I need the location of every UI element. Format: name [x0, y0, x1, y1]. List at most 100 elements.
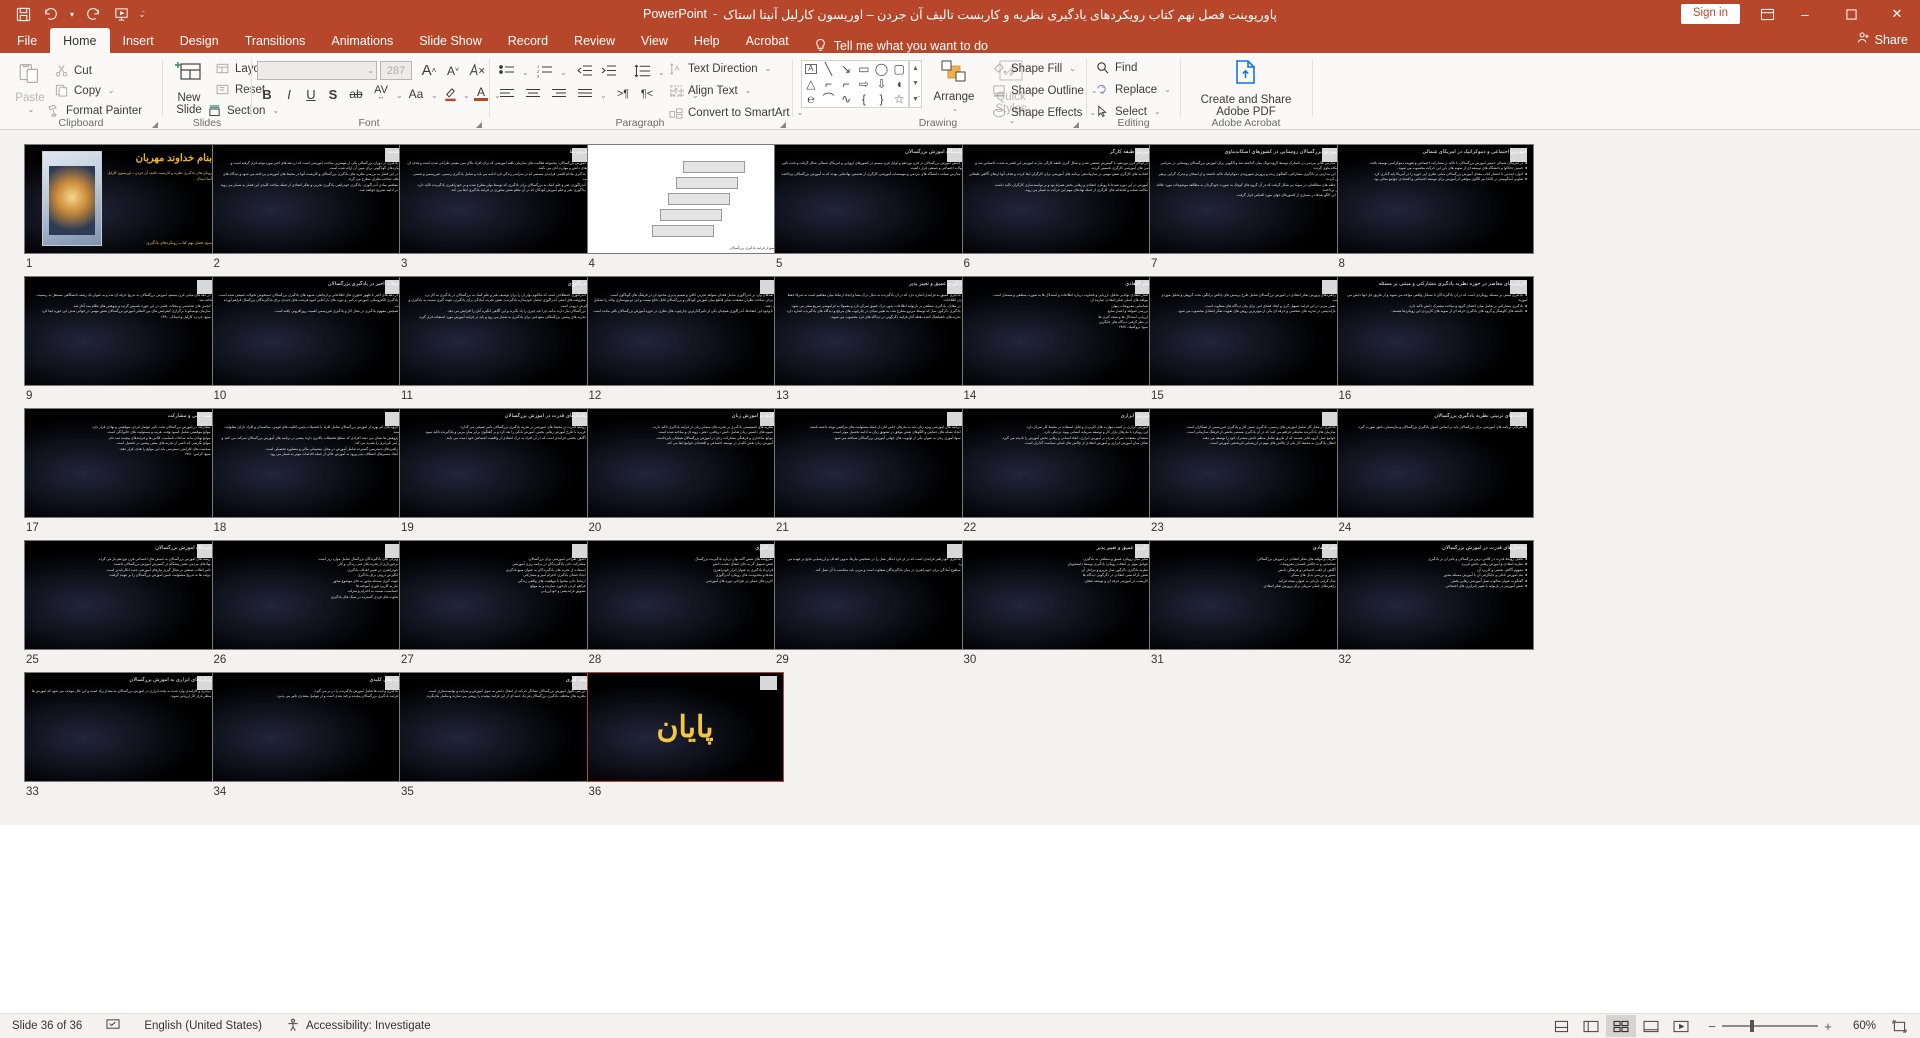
slide-thumbnail-24[interactable]: دلالت های تربیتی نظریه یادگیری بزرگسالان…	[1336, 408, 1534, 534]
slide-canvas[interactable]: جامعه و آموزش زنان ◄ نظریه های فمینیستی ی…	[586, 408, 784, 518]
fit-to-window-button[interactable]	[1886, 1015, 1912, 1037]
numbering-button[interactable]: 1 2 3	[534, 61, 556, 80]
slide-thumbnail-28[interactable]: آندراگوژی ◄ مفروضه های شش گانه نولز دربار…	[586, 540, 784, 666]
replace-button[interactable]: b c Replace ⌄	[1095, 82, 1171, 97]
slide-thumbnail-6[interactable]: آموزش طبقه کارگر ◄ در اواخر قرن نوزدهم، ب…	[961, 144, 1159, 270]
slide-thumbnail-8[interactable]: آموزش اجتماعی و دموکراتیک در آمریکای شما…	[1336, 144, 1534, 270]
slide-canvas[interactable]: کارکردهای معاصر در حوزه نظریه یادگیری مش…	[1336, 276, 1534, 386]
slide-canvas[interactable]: ◄ یادگیری در محل کار شامل آموزش های رسمی…	[1149, 408, 1346, 518]
highlight-dropdown-icon[interactable]: ⌄	[463, 91, 470, 100]
tab-acrobat[interactable]: Acrobat	[733, 28, 802, 53]
copy-button[interactable]: Copy ⌄	[54, 83, 115, 98]
slide-thumbnail-20[interactable]: جامعه و آموزش زنان ◄ نظریه های فمینیستی ی…	[586, 408, 784, 534]
slide-thumbnail-19[interactable]: ساختارهای قدرت در آموزش بزرگسالان ◄ روابط…	[399, 408, 596, 534]
slide-thumbnail-14[interactable]: تفکر انتقادی ◄ تفکر انتقادی توانایی تحلیل…	[961, 276, 1159, 402]
slide-canvas[interactable]: ساختارهای قدرت در آموزش بزرگسالان ◄ تحلیل…	[1336, 540, 1534, 650]
font-dialog-launcher[interactable]: ◢	[476, 120, 482, 129]
slide-thumbnail-22[interactable]: آموزش ابزاری ◄ آموزش ابزاری بر کسب مهارت …	[961, 408, 1159, 534]
slide-thumbnail-15[interactable]: ◄ راهبردهای پرورش تفکر انتقادی در آموزش …	[1149, 276, 1346, 402]
customize-qat-icon[interactable]: ⌄̄	[136, 2, 148, 26]
tab-transitions[interactable]: Transitions	[232, 28, 319, 53]
ltr-text-direction-button[interactable]: >¶	[612, 84, 634, 104]
slide-canvas[interactable]: یادگیری عمیق و تغییر پذیر ◄ یادگیری عمیق …	[774, 276, 971, 386]
slide-canvas[interactable]: خاستگاه آموزش بزرگسالان ◄ ریشه های آموزش …	[24, 540, 221, 650]
shape-fill-dropdown-icon[interactable]: ⌄	[1069, 64, 1076, 73]
slide-canvas[interactable]: تعریف ها ◄ آموزش بزرگسالان: مجموعه فعالیت…	[399, 144, 596, 254]
font-color-button[interactable]: A	[471, 84, 491, 104]
gallery-more-icon[interactable]: ▼̄	[910, 92, 921, 107]
slide-sorter-view-button[interactable]	[1606, 1015, 1636, 1037]
slide-canvas[interactable]: پایان	[586, 672, 784, 782]
slide-sorter-pane[interactable]: بنام خداوند مهربان رویکردهای یادگیری نظری…	[0, 130, 1920, 825]
slide-canvas[interactable]: ◄ یادگیری خودراهبر فرایندی است که در آن …	[774, 540, 971, 650]
slide-canvas[interactable]: آموزش طبقه کارگر ◄ در اواخر قرن نوزدهم، ب…	[961, 144, 1159, 254]
bullets-dropdown-icon[interactable]: ⌄	[522, 68, 529, 77]
bullets-button[interactable]	[496, 61, 518, 80]
slide-canvas[interactable]: آندراگوژی ◄ مفروضه های شش گانه نولز دربار…	[586, 540, 784, 650]
arrange-dropdown-icon[interactable]: ⌄	[952, 103, 959, 115]
shape-down-arrow-icon[interactable]: ⇩	[876, 78, 886, 90]
bold-button[interactable]: B	[257, 84, 277, 104]
slide-canvas[interactable]: ◄ اصول طراحی آموزشی برای بزرگسالان: ◄ مشا…	[399, 540, 596, 650]
decrease-indent-button[interactable]	[574, 61, 596, 80]
shape-curve-icon[interactable]: ⌒	[822, 93, 834, 105]
slide-canvas[interactable]: آموزش ابزاری ◄ آموزش ابزاری بر کسب مهارت …	[961, 408, 1159, 518]
font-name-dropdown-icon[interactable]: ⌄	[367, 66, 374, 75]
slide-thumbnail-25[interactable]: خاستگاه آموزش بزرگسالان ◄ ریشه های آموزش …	[24, 540, 221, 666]
paste-dropdown-icon[interactable]: ⌄	[28, 104, 35, 116]
share-button[interactable]: Share	[1856, 31, 1908, 48]
save-icon[interactable]	[10, 2, 36, 26]
gallery-scroll-up-icon[interactable]: ▲	[910, 61, 921, 76]
slide-canvas[interactable]: آندراگوژی ◄ آندراگوژی اصطلاحی است که مالک…	[399, 276, 596, 386]
slide-thumbnail-29[interactable]: ◄ یادگیری خودراهبر فرایندی است که در آن …	[774, 540, 971, 666]
paragraph-dialog-launcher[interactable]: ◢	[780, 120, 786, 129]
notes-button[interactable]	[1546, 1015, 1576, 1037]
slide-thumbnail-23[interactable]: ◄ یادگیری در محل کار شامل آموزش های رسمی…	[1149, 408, 1346, 534]
shapes-gallery[interactable]: A ╲ ↘ ▭ ◯ ▢ △ ⌐ ⌐ ⇨ ⇩ ◖ ℮ ⌒ ∿ { } ☆	[801, 60, 909, 108]
slide-thumbnail-32[interactable]: ساختارهای قدرت در آموزش بزرگسالان ◄ تحلیل…	[1336, 540, 1534, 666]
shape-rectangle-icon[interactable]: ▭	[858, 63, 869, 75]
restore-button[interactable]	[1828, 0, 1874, 28]
shape-textbox-icon[interactable]: A	[805, 63, 817, 74]
select-dropdown-icon[interactable]: ⌄	[1154, 107, 1161, 116]
align-text-dropdown-icon[interactable]: ⌄	[745, 86, 752, 95]
slide-thumbnail-36[interactable]: پایان 36	[586, 672, 784, 798]
text-highlight-color-button[interactable]	[440, 84, 460, 104]
change-case-dropdown-icon[interactable]: ⌄	[431, 91, 438, 100]
shapes-gallery-scrollbar[interactable]: ▲ ▼ ▼̄	[909, 60, 922, 108]
text-direction-button[interactable]: A Text Direction ⌄	[668, 61, 771, 76]
slide-thumbnail-34[interactable]: ایده های کلیدی ◄ یادگیری و ایده ها تعامل …	[211, 672, 409, 798]
slide-canvas[interactable]: آموزش بزرگسالان روستایی در کشورهای اسکان…	[1149, 144, 1346, 254]
slide-canvas[interactable]: آموزش اجتماعی و دموکراتیک در آمریکای شما…	[1336, 144, 1534, 254]
slide-canvas[interactable]: ◄ گروه های کم بهره از آموزش بزرگسالان شا…	[211, 408, 409, 518]
find-button[interactable]: Find	[1095, 60, 1137, 75]
tab-animations[interactable]: Animations	[318, 28, 406, 53]
tell-me-box[interactable]: Tell me what you want to do	[802, 38, 988, 53]
italic-button[interactable]: I	[279, 84, 299, 104]
line-spacing-dropdown-icon[interactable]: ⌄	[658, 68, 665, 77]
slide-thumbnail-2[interactable]: مقدمه ◄ یادگیری در دوران بزرگسالی یکی از …	[211, 144, 409, 270]
tab-home[interactable]: Home	[50, 28, 110, 53]
clipboard-dialog-launcher[interactable]: ◢	[152, 120, 158, 129]
shape-outline-button[interactable]: Shape Outline ⌄	[991, 83, 1098, 98]
cut-button[interactable]: Cut	[54, 63, 92, 78]
zoom-out-button[interactable]: −	[1702, 1019, 1722, 1034]
shape-freeform-icon[interactable]: ∿	[841, 93, 851, 105]
shape-line-icon[interactable]: ╲	[825, 63, 832, 75]
tab-file[interactable]: File	[4, 28, 50, 53]
minimize-button[interactable]: –	[1782, 0, 1828, 28]
slide-indicator[interactable]: Slide 36 of 36	[0, 1020, 94, 1032]
align-right-button[interactable]	[548, 84, 570, 104]
start-presentation-icon[interactable]	[108, 2, 134, 26]
slide-thumbnail-30[interactable]: یادگیری عمیق و تغییر پذیر ◄ تمایز میان رو…	[961, 540, 1159, 666]
shape-fill-button[interactable]: Shape Fill ⌄	[991, 61, 1076, 76]
spell-check-status[interactable]	[94, 1018, 132, 1034]
shrink-font-button[interactable]: A ˅	[442, 61, 464, 80]
slide-thumbnail-26[interactable]: ◄ ویژگی های یادگیرندگان بزرگسال شامل موا…	[211, 540, 409, 666]
shape-rounded-rect-icon[interactable]: ▢	[893, 63, 904, 75]
close-button[interactable]: ✕	[1874, 0, 1920, 28]
shape-triangle-icon[interactable]: △	[806, 78, 815, 90]
tab-help[interactable]: Help	[681, 28, 733, 53]
slide-thumbnail-21[interactable]: ◄ برنامه های آموزشی ویژه زنان باید به نی…	[774, 408, 971, 534]
font-size-input[interactable]: 287	[380, 61, 412, 80]
